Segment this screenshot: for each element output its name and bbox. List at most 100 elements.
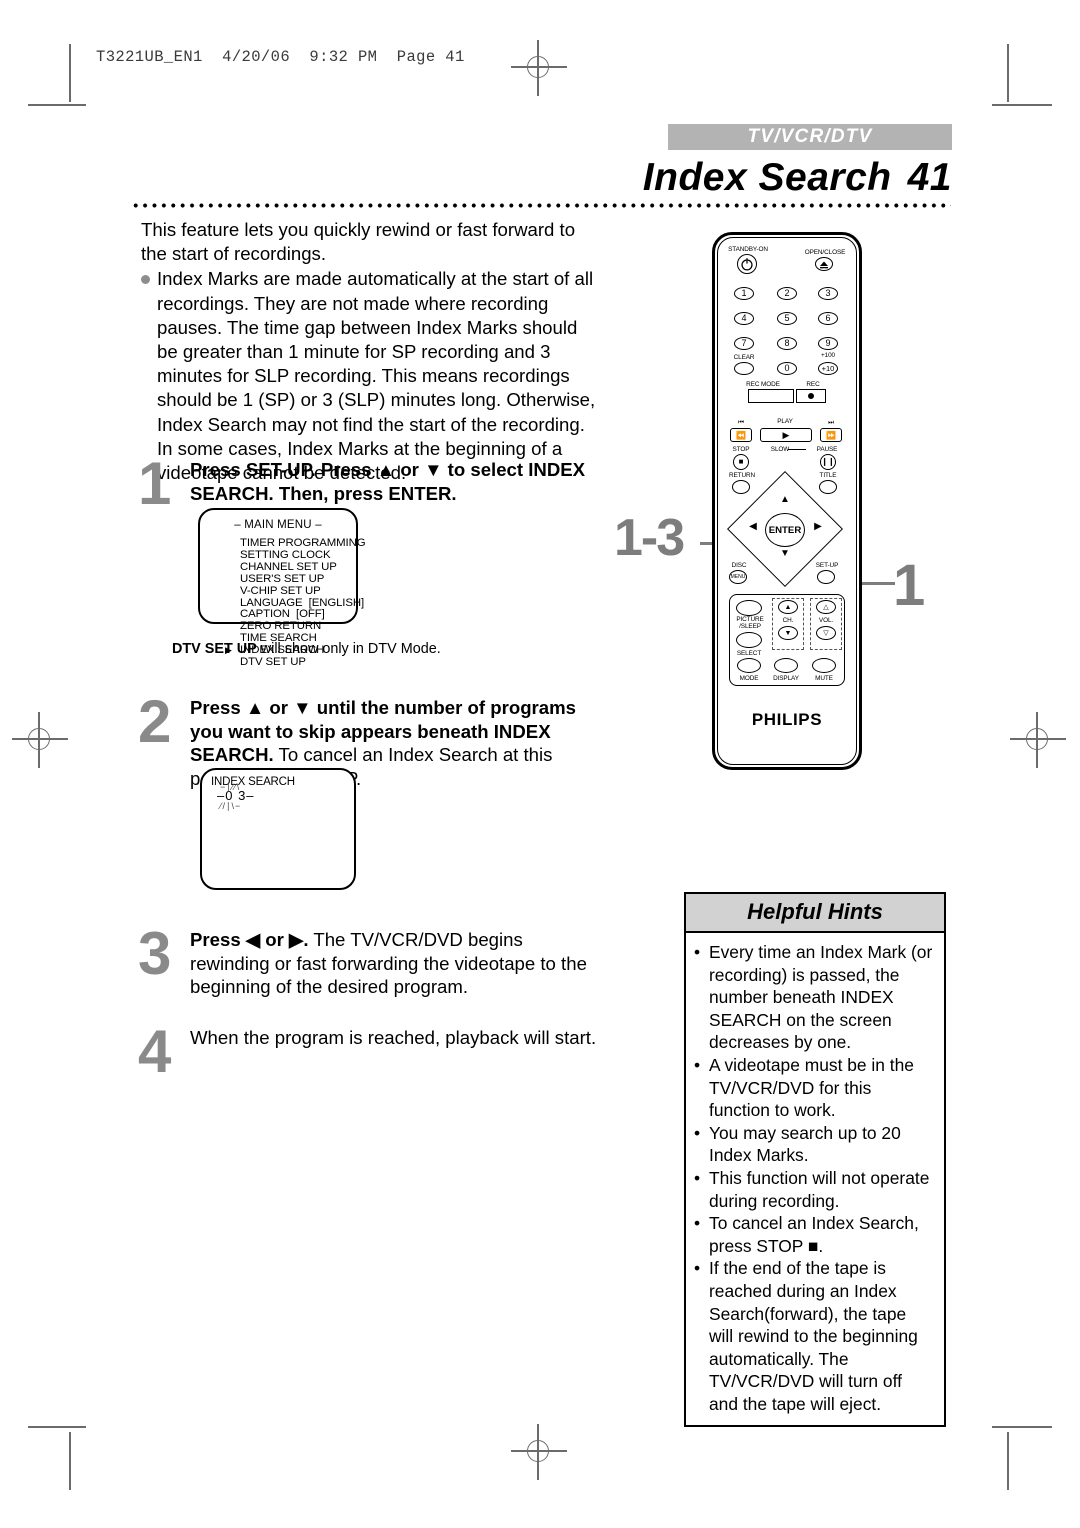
menu-item[interactable]: V-CHIP SET UP xyxy=(240,585,356,598)
display-button[interactable] xyxy=(774,658,798,673)
standby-on-button[interactable] xyxy=(737,254,757,274)
flash-marks-top-icon: −∣⁄⁄\ xyxy=(220,782,241,792)
step-1-text: Press SET-UP. Press ▲ or ▼ to select IND… xyxy=(190,459,586,504)
menu-item[interactable]: CHANNEL SET UP xyxy=(240,561,356,574)
nav-down-button[interactable]: ▼ xyxy=(770,548,800,568)
philips-logo: PHILIPS xyxy=(751,710,823,729)
hint-text: If the end of the tape is reached during… xyxy=(709,1258,918,1414)
mute-button[interactable] xyxy=(812,658,836,673)
number-button-9[interactable]: 9 xyxy=(818,337,838,350)
power-icon xyxy=(741,258,753,271)
hint-bullet-icon: • xyxy=(694,942,701,962)
hint-bullet-icon: • xyxy=(694,1213,701,1234)
helpful-hints-body: • Every time an Index Mark (or recording)… xyxy=(686,933,944,1425)
hint-item: • This function will not operate during r… xyxy=(694,1167,934,1212)
intro-bullet-row: Index Marks are made automatically at th… xyxy=(141,267,601,485)
trim-mark-bottom-right-h xyxy=(992,1426,1052,1428)
number-button-2[interactable]: 2 xyxy=(777,287,797,300)
menu-item[interactable]: USER'S SET UP xyxy=(240,573,356,586)
number-button-5[interactable]: 5 xyxy=(777,312,797,325)
step-3-bold: Press ◀ or ▶. xyxy=(190,929,309,950)
registration-mark-bottom xyxy=(511,1424,567,1480)
registration-mark-left xyxy=(12,712,68,768)
callout-nav-pad: 1-3 xyxy=(614,509,685,567)
play-label: PLAY xyxy=(777,418,793,425)
disc-menu-button[interactable]: MENU xyxy=(729,570,747,584)
setup-button[interactable] xyxy=(817,570,835,584)
menu-item[interactable]: DTV SET UP xyxy=(240,656,356,669)
file-header-text: T3221UB_EN1 4/20/06 9:32 PM Page 41 xyxy=(96,48,465,66)
pause-button[interactable]: ❙❙ xyxy=(820,454,836,470)
registration-mark-top xyxy=(511,40,567,96)
registration-mark-right xyxy=(1010,712,1066,768)
open-close-button[interactable] xyxy=(815,257,833,271)
step-3-number: 3 xyxy=(138,920,172,987)
rec-mode-button[interactable] xyxy=(748,389,794,403)
eject-icon xyxy=(820,261,828,269)
hint-item: • To cancel an Index Search, press STOP ■… xyxy=(694,1212,934,1257)
number-button-1[interactable]: 1 xyxy=(734,287,754,300)
mode-button[interactable] xyxy=(737,658,761,673)
volume-down-button[interactable]: ▽ xyxy=(816,626,836,640)
trim-mark-bottom-left-h xyxy=(28,1426,86,1428)
intro-block: This feature lets you quickly rewind or … xyxy=(141,218,601,485)
step-1-note-rest: will show only in DTV Mode. xyxy=(256,641,441,657)
step-2-number: 2 xyxy=(138,688,172,755)
volume-up-button[interactable]: △ xyxy=(816,600,836,614)
title-button[interactable] xyxy=(819,480,837,494)
nav-up-button[interactable]: ▲ xyxy=(770,494,800,514)
hint-item: • Every time an Index Mark (or recording)… xyxy=(694,941,934,1054)
trim-mark-top-right-h xyxy=(992,104,1052,106)
trim-mark-bottom-left-v xyxy=(69,1432,71,1490)
page-number: 41 xyxy=(907,156,952,199)
rec-dot-icon xyxy=(808,393,814,399)
number-button-4[interactable]: 4 xyxy=(734,312,754,325)
page-title-text: Index Search xyxy=(642,156,892,199)
rec-mode-label: REC MODE xyxy=(746,381,780,388)
rewind-button[interactable]: ⏪ xyxy=(730,428,752,442)
mute-label: MUTE xyxy=(815,675,833,682)
nav-left-button[interactable]: ◀ xyxy=(743,521,763,541)
step-1-note: DTV SET UP will show only in DTV Mode. xyxy=(172,640,452,658)
number-button-6[interactable]: 6 xyxy=(818,312,838,325)
number-button-0[interactable]: 0 xyxy=(777,362,797,375)
return-button[interactable] xyxy=(732,480,750,494)
step-3-text: Press ◀ or ▶. The TV/VCR/DVD begins rewi… xyxy=(190,928,590,999)
nav-right-button[interactable]: ▶ xyxy=(808,521,828,541)
picture-sleep-label: PICTURE /SLEEP xyxy=(732,616,768,630)
select-button[interactable] xyxy=(736,632,762,648)
trim-mark-top-left-h xyxy=(28,104,86,106)
channel-label: CH. xyxy=(782,617,794,624)
stop-button[interactable]: ■ xyxy=(733,454,749,470)
hint-item: • If the end of the tape is reached durin… xyxy=(694,1257,934,1415)
intro-lead: This feature lets you quickly rewind or … xyxy=(141,219,576,265)
title-label: TITLE xyxy=(819,472,837,479)
play-button[interactable]: ▶ xyxy=(760,428,812,442)
plus-10-button[interactable]: +10 xyxy=(818,362,838,375)
display-label: DISPLAY xyxy=(773,675,799,682)
picture-sleep-button[interactable] xyxy=(736,600,762,616)
mode-label: MODE xyxy=(739,675,759,682)
channel-up-button[interactable]: ▲ xyxy=(778,600,798,614)
hint-bullet-icon: • xyxy=(694,1054,701,1075)
step-4-number: 4 xyxy=(138,1018,172,1085)
setup-label: SET-UP xyxy=(815,562,839,569)
osd-index-search: INDEX SEARCH –0 3– −∣⁄⁄\ ⁄/∣\− xyxy=(200,768,356,890)
fast-forward-button[interactable]: ⏩ xyxy=(820,428,842,442)
channel-down-button[interactable]: ▼ xyxy=(778,626,798,640)
disc-menu-label: DISC xyxy=(726,562,752,569)
slow-connector-line xyxy=(788,449,806,451)
forward-skip-label: ⏭ xyxy=(828,419,834,426)
clear-button[interactable] xyxy=(734,362,754,375)
sleep-label-text: /SLEEP xyxy=(739,622,761,630)
number-button-3[interactable]: 3 xyxy=(818,287,838,300)
flash-marks-bottom-icon: ⁄/∣\− xyxy=(220,801,242,811)
trim-mark-top-right-v xyxy=(1007,44,1009,102)
clear-label: CLEAR xyxy=(733,354,755,361)
number-button-7[interactable]: 7 xyxy=(734,337,754,350)
hint-text: A videotape must be in the TV/VCR/DVD fo… xyxy=(709,1054,914,1121)
number-button-8[interactable]: 8 xyxy=(777,337,797,350)
return-label: RETURN xyxy=(728,472,756,479)
select-label: SELECT xyxy=(736,650,762,657)
enter-button[interactable]: ENTER xyxy=(765,513,805,547)
